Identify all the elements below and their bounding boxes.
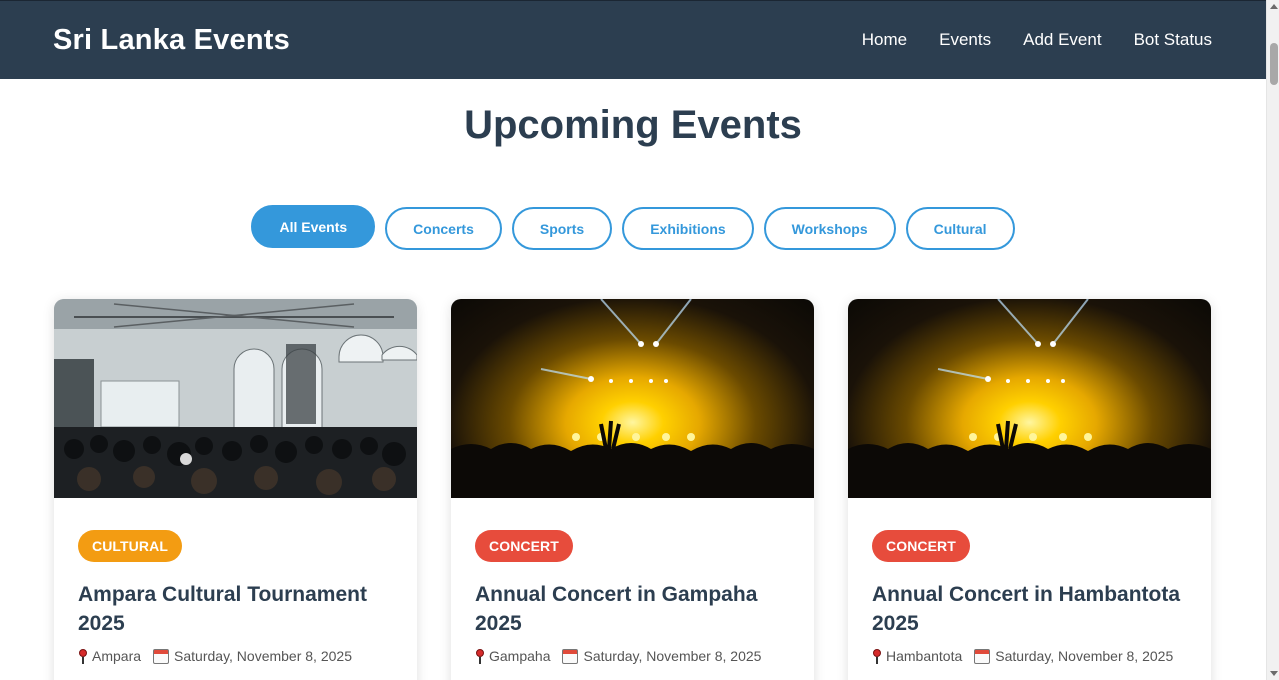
event-card[interactable]: CONCERT Annual Concert in Gampaha 2025 G… (451, 299, 814, 680)
event-location: Ampara (92, 648, 142, 664)
location-pin-icon (78, 648, 88, 664)
filter-sports-button[interactable]: Sports (511, 207, 613, 250)
event-meta: Gampaha Saturday, November 8, 2025 (475, 648, 790, 664)
category-badge: CONCERT (872, 530, 970, 562)
location-pin-icon (475, 648, 485, 664)
nav-home-link[interactable]: Home (862, 30, 907, 50)
nav-add-event-link[interactable]: Add Event (1023, 30, 1101, 50)
concert-crowd-illustration (848, 299, 1211, 498)
brand-logo[interactable]: Sri Lanka Events (53, 24, 290, 57)
event-meta: Hambantota Saturday, November 8, 2025 (872, 648, 1187, 664)
filter-workshops-button[interactable]: Workshops (763, 207, 896, 250)
vertical-scrollbar[interactable] (1266, 0, 1279, 680)
event-card[interactable]: CONCERT Annual Concert in Hambantota 202… (848, 299, 1211, 680)
event-date: Saturday, November 8, 2025 (174, 648, 352, 664)
calendar-icon (974, 648, 991, 664)
category-badge: CULTURAL (78, 530, 182, 562)
category-badge: CONCERT (475, 530, 573, 562)
calendar-icon (562, 648, 579, 664)
scroll-up-arrow-icon[interactable] (1267, 0, 1279, 13)
event-cards-grid: CULTURAL Ampara Cultural Tournament 2025… (54, 299, 1212, 680)
event-title[interactable]: Annual Concert in Hambantota 2025 (872, 580, 1187, 638)
scroll-down-arrow-icon[interactable] (1267, 667, 1279, 680)
event-location: Hambantota (886, 648, 963, 664)
event-location: Gampaha (489, 648, 551, 664)
event-image (451, 299, 814, 498)
scrollbar-thumb[interactable] (1270, 43, 1278, 85)
page-title: Upcoming Events (464, 103, 802, 147)
event-image (848, 299, 1211, 498)
nav-events-link[interactable]: Events (939, 30, 991, 50)
event-date: Saturday, November 8, 2025 (995, 648, 1174, 664)
category-filters: All Events Concerts Sports Exhibitions W… (0, 205, 1266, 250)
event-title[interactable]: Ampara Cultural Tournament 2025 (78, 580, 393, 638)
nav-bot-status-link[interactable]: Bot Status (1134, 30, 1212, 50)
filter-concerts-button[interactable]: Concerts (385, 207, 502, 250)
filter-cultural-button[interactable]: Cultural (905, 207, 1015, 250)
event-image (54, 299, 417, 498)
calendar-icon (153, 648, 170, 664)
event-meta: Ampara Saturday, November 8, 2025 (78, 648, 393, 664)
filter-all-events-button[interactable]: All Events (251, 205, 376, 248)
site-header: Sri Lanka Events Home Events Add Event B… (0, 0, 1266, 79)
conference-hall-illustration (54, 299, 417, 498)
event-date: Saturday, November 8, 2025 (583, 648, 762, 664)
concert-crowd-illustration (451, 299, 814, 498)
main-nav: Home Events Add Event Bot Status (862, 30, 1212, 50)
event-card[interactable]: CULTURAL Ampara Cultural Tournament 2025… (54, 299, 417, 680)
filter-exhibitions-button[interactable]: Exhibitions (622, 207, 754, 250)
event-title[interactable]: Annual Concert in Gampaha 2025 (475, 580, 790, 638)
location-pin-icon (872, 648, 882, 664)
